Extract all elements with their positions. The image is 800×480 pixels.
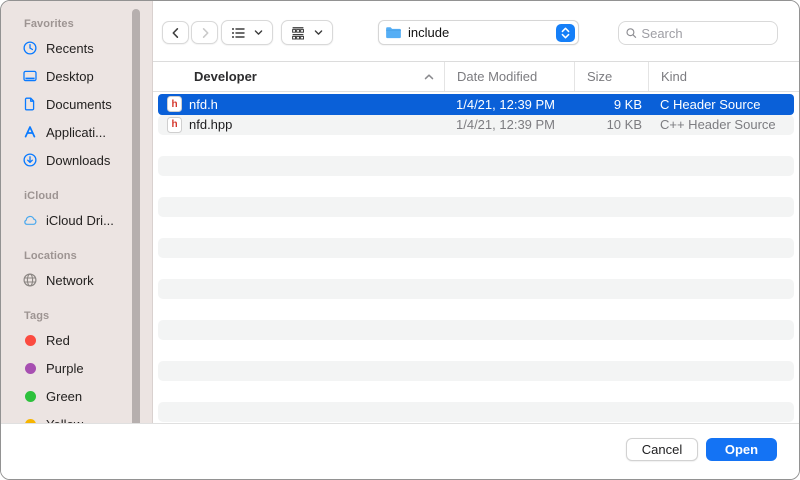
search-icon bbox=[625, 26, 637, 40]
empty-row bbox=[158, 320, 794, 341]
sidebar-item-label: Purple bbox=[46, 361, 84, 376]
column-header-name[interactable]: Developer bbox=[153, 62, 444, 91]
toolbar: include bbox=[153, 1, 799, 62]
sidebar-item-label: Applicati... bbox=[46, 125, 106, 140]
sidebar-item-applications[interactable]: Applicati... bbox=[1, 118, 152, 146]
red-tag-icon bbox=[22, 332, 38, 348]
column-header-date-modified[interactable]: Date Modified bbox=[444, 62, 574, 91]
empty-row bbox=[158, 279, 794, 300]
sort-ascending-icon bbox=[422, 70, 436, 84]
sidebar-item-label: Red bbox=[46, 333, 70, 348]
sidebar-item-label: Downloads bbox=[46, 153, 110, 168]
empty-row bbox=[158, 217, 794, 238]
empty-row bbox=[158, 299, 794, 320]
back-button[interactable] bbox=[162, 21, 189, 44]
sidebar-section-tags: Tags bbox=[1, 306, 152, 326]
sidebar-item-tag-purple[interactable]: Purple bbox=[1, 354, 152, 382]
popup-stepper-icon bbox=[556, 24, 575, 42]
column-header-kind[interactable]: Kind bbox=[648, 62, 799, 91]
green-tag-icon bbox=[22, 388, 38, 404]
cancel-button[interactable]: Cancel bbox=[626, 438, 698, 461]
file-row-nfd-h[interactable]: h nfd.h 1/4/21, 12:39 PM 9 KB C Header S… bbox=[158, 94, 794, 115]
sidebar-item-icloud-drive[interactable]: iCloud Dri... bbox=[1, 206, 152, 234]
empty-row bbox=[158, 197, 794, 218]
empty-row bbox=[158, 340, 794, 361]
sidebar-item-network[interactable]: Network bbox=[1, 266, 152, 294]
file-kind: C++ Header Source bbox=[648, 115, 794, 136]
forward-button[interactable] bbox=[191, 21, 218, 44]
empty-row bbox=[158, 135, 794, 156]
sidebar-scrollbar[interactable] bbox=[132, 9, 140, 456]
file-name: nfd.hpp bbox=[189, 117, 232, 132]
sidebar-section-locations: Locations bbox=[1, 246, 152, 266]
empty-row bbox=[158, 258, 794, 279]
location-popup-label: include bbox=[408, 25, 449, 40]
list-view-button[interactable] bbox=[221, 20, 273, 45]
file-name: nfd.h bbox=[189, 97, 218, 112]
sidebar-item-label: Desktop bbox=[46, 69, 94, 84]
sidebar-section-favorites: Favorites bbox=[1, 14, 152, 34]
location-popup[interactable]: include bbox=[378, 20, 579, 45]
appstore-icon bbox=[22, 124, 38, 140]
sidebar-item-label: Network bbox=[46, 273, 94, 288]
sidebar: Favorites Recents Desktop Documents Appl… bbox=[1, 1, 153, 479]
folder-icon bbox=[385, 25, 402, 40]
clock-icon bbox=[22, 40, 38, 56]
cpp-header-file-icon: h bbox=[167, 117, 182, 133]
empty-row bbox=[158, 238, 794, 259]
dialog-footer: Cancel Open bbox=[1, 423, 799, 479]
empty-row bbox=[158, 156, 794, 177]
file-kind: C Header Source bbox=[648, 94, 794, 115]
chevron-left-icon bbox=[169, 26, 183, 40]
column-header-row: Developer Date Modified Size Kind bbox=[153, 62, 799, 92]
sidebar-item-label: Documents bbox=[46, 97, 112, 112]
document-icon bbox=[22, 96, 38, 112]
chevron-down-icon bbox=[253, 27, 264, 38]
sidebar-item-recents[interactable]: Recents bbox=[1, 34, 152, 62]
empty-row bbox=[158, 402, 794, 423]
file-size: 10 KB bbox=[574, 115, 648, 136]
empty-row bbox=[158, 381, 794, 402]
chevron-right-icon bbox=[198, 26, 212, 40]
file-size: 9 KB bbox=[574, 94, 648, 115]
sidebar-item-label: iCloud Dri... bbox=[46, 213, 114, 228]
purple-tag-icon bbox=[22, 360, 38, 376]
open-file-dialog: Favorites Recents Desktop Documents Appl… bbox=[0, 0, 800, 480]
search-field[interactable] bbox=[618, 21, 778, 45]
sidebar-item-desktop[interactable]: Desktop bbox=[1, 62, 152, 90]
globe-icon bbox=[22, 272, 38, 288]
empty-row bbox=[158, 176, 794, 197]
column-header-size[interactable]: Size bbox=[574, 62, 648, 91]
cloud-icon bbox=[22, 212, 38, 228]
sidebar-item-tag-red[interactable]: Red bbox=[1, 326, 152, 354]
search-input[interactable] bbox=[641, 26, 771, 41]
sidebar-item-downloads[interactable]: Downloads bbox=[1, 146, 152, 174]
sidebar-item-label: Recents bbox=[46, 41, 94, 56]
desktop-icon bbox=[22, 68, 38, 84]
file-list: h nfd.h 1/4/21, 12:39 PM 9 KB C Header S… bbox=[153, 92, 799, 423]
sidebar-section-icloud: iCloud bbox=[1, 186, 152, 206]
file-row-nfd-hpp[interactable]: h nfd.hpp 1/4/21, 12:39 PM 10 KB C++ Hea… bbox=[158, 115, 794, 136]
group-view-button[interactable] bbox=[281, 20, 333, 45]
list-view-icon bbox=[230, 25, 246, 41]
downloads-icon bbox=[22, 152, 38, 168]
open-button[interactable]: Open bbox=[706, 438, 777, 461]
c-header-file-icon: h bbox=[167, 96, 182, 112]
chevron-down-icon bbox=[313, 27, 324, 38]
empty-row bbox=[158, 361, 794, 382]
sidebar-item-label: Green bbox=[46, 389, 82, 404]
group-view-icon bbox=[290, 25, 306, 41]
file-date-modified: 1/4/21, 12:39 PM bbox=[444, 94, 574, 115]
sidebar-item-tag-green[interactable]: Green bbox=[1, 382, 152, 410]
sidebar-item-documents[interactable]: Documents bbox=[1, 90, 152, 118]
file-date-modified: 1/4/21, 12:39 PM bbox=[444, 115, 574, 136]
